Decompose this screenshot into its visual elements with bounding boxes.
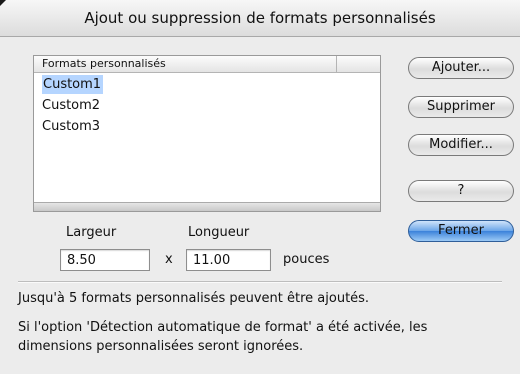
list-item-custom2[interactable]: Custom2 [34,95,380,116]
delete-button[interactable]: Supprimer [408,96,514,118]
info-auto-detect-line2: dimensions personnalisées seront ignorée… [18,339,304,354]
column-header-formats[interactable]: Formats personnalisés [34,56,337,72]
list-item-custom3[interactable]: Custom3 [34,116,380,137]
title-bar: Ajout ou suppression de formats personna… [0,0,520,37]
dialog-window: Ajout ou suppression de formats personna… [0,0,520,374]
list-horizontal-scrollbar[interactable] [34,202,380,211]
list-item-label: Custom3 [42,119,101,134]
window-corner [0,0,6,6]
help-button[interactable]: ? [408,180,514,202]
units-label: pouces [283,252,330,267]
length-label: Longueur [188,225,250,240]
modify-button[interactable]: Modifier... [408,134,514,156]
formats-list[interactable]: Formats personnalisés Custom1 Custom2 Cu… [33,55,381,212]
length-field[interactable]: 11.00 [186,249,271,271]
close-button[interactable]: Fermer [408,220,514,242]
info-auto-detect-line1: Si l'option 'Détection automatique de fo… [18,320,428,335]
add-button[interactable]: Ajouter... [408,57,514,79]
info-max-formats: Jusqu'à 5 formats personnalisés peuvent … [18,291,370,306]
times-separator: x [165,252,173,267]
column-header-filler [338,56,380,72]
window-title: Ajout ou suppression de formats personna… [84,9,436,27]
width-field[interactable]: 8.50 [60,249,150,271]
width-label: Largeur [66,225,117,240]
list-header: Formats personnalisés [34,56,380,73]
divider [18,281,502,283]
list-item-label: Custom2 [42,98,101,113]
list-item-label: Custom1 [42,75,104,94]
list-item-custom1[interactable]: Custom1 [34,74,380,95]
